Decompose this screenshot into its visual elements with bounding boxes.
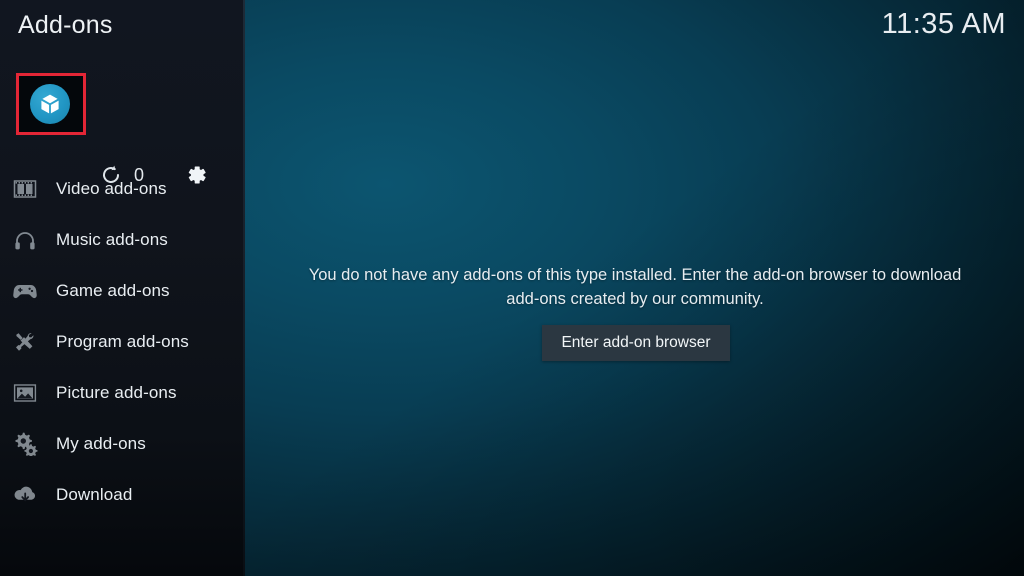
sidebar-item-label: Video add-ons — [56, 178, 167, 198]
sidebar-item-label: Game add-ons — [56, 280, 170, 300]
page-title: Add-ons — [18, 11, 113, 39]
gears-icon — [12, 431, 38, 457]
sidebar-item-label: Music add-ons — [56, 229, 168, 249]
tools-icon — [12, 329, 38, 355]
headphones-icon — [12, 227, 38, 253]
gamepad-icon — [12, 278, 38, 304]
sidebar-item-music-addons[interactable]: Music add-ons — [0, 214, 245, 265]
sidebar-item-label: My add-ons — [56, 433, 146, 453]
sidebar-item-video-addons[interactable]: Video add-ons — [0, 163, 245, 214]
sidebar-item-label: Download — [56, 484, 133, 504]
sidebar-item-picture-addons[interactable]: Picture add-ons — [0, 367, 245, 418]
sidebar-menu: Video add-ons Music add-ons Game add-ons… — [0, 163, 245, 520]
clock: 11:35 AM — [881, 8, 1006, 40]
cloud-download-icon — [12, 482, 38, 508]
film-strip-icon — [12, 176, 38, 202]
enter-addon-browser-button[interactable]: Enter add-on browser — [542, 325, 730, 361]
kodi-addons-screen: Add-ons 11:35 AM 0 Video add-ons Music a… — [0, 0, 1024, 576]
sidebar-item-label: Program add-ons — [56, 331, 189, 351]
sidebar-item-program-addons[interactable]: Program add-ons — [0, 316, 245, 367]
sidebar-item-label: Picture add-ons — [56, 382, 177, 402]
sidebar-item-download[interactable]: Download — [0, 469, 245, 520]
picture-icon — [12, 380, 38, 406]
sidebar-item-game-addons[interactable]: Game add-ons — [0, 265, 245, 316]
package-icon[interactable] — [30, 84, 70, 124]
empty-state-message: You do not have any add-ons of this type… — [308, 266, 962, 308]
sidebar-item-my-addons[interactable]: My add-ons — [0, 418, 245, 469]
toolbar: 0 — [0, 73, 245, 185]
